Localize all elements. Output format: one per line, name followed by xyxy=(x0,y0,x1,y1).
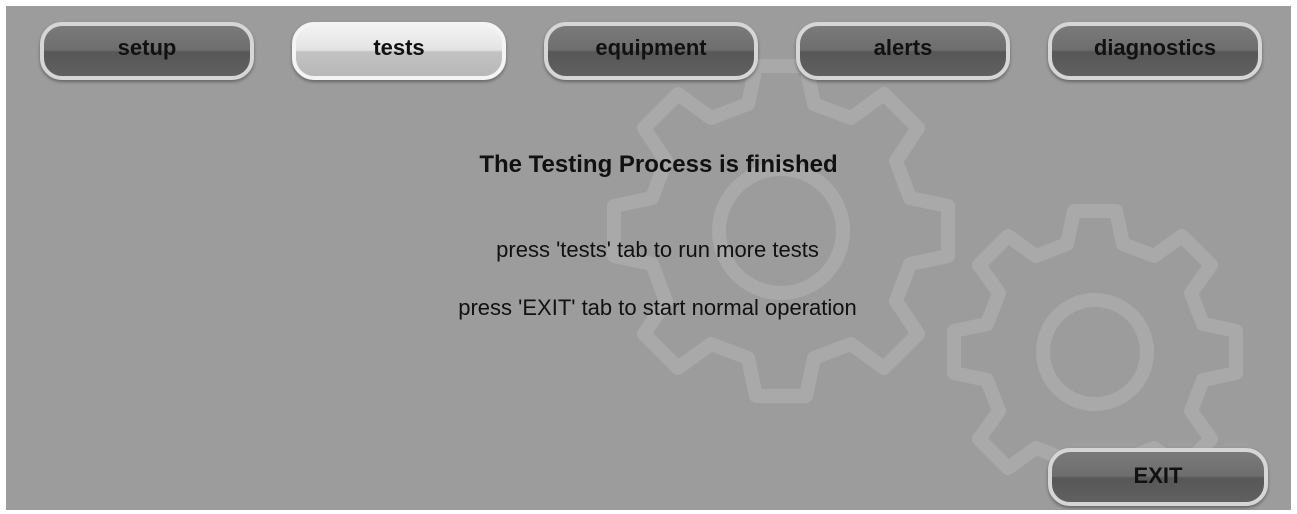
tab-equipment-label: equipment xyxy=(595,35,707,60)
tab-alerts[interactable]: alerts xyxy=(796,22,1010,80)
tab-alerts-label: alerts xyxy=(873,35,933,60)
tab-tests[interactable]: tests xyxy=(292,22,506,80)
instruction-exit: press 'EXIT' tab to start normal operati… xyxy=(458,295,857,320)
gear-icon xyxy=(607,59,955,403)
tab-diagnostics[interactable]: diagnostics xyxy=(1048,22,1262,80)
tab-setup-label: setup xyxy=(117,35,177,60)
exit-button-label: EXIT xyxy=(1133,463,1183,488)
tab-equipment[interactable]: equipment xyxy=(544,22,758,80)
exit-button[interactable]: EXIT xyxy=(1048,448,1268,506)
instruction-more-tests: press 'tests' tab to run more tests xyxy=(496,237,819,262)
test-complete-screen: setup tests equipment alerts diagnostics… xyxy=(6,6,1291,510)
tab-tests-label: tests xyxy=(373,35,425,60)
tab-setup[interactable]: setup xyxy=(40,22,254,80)
tab-diagnostics-label: diagnostics xyxy=(1093,35,1217,60)
completion-headline: The Testing Process is finished xyxy=(479,151,838,178)
